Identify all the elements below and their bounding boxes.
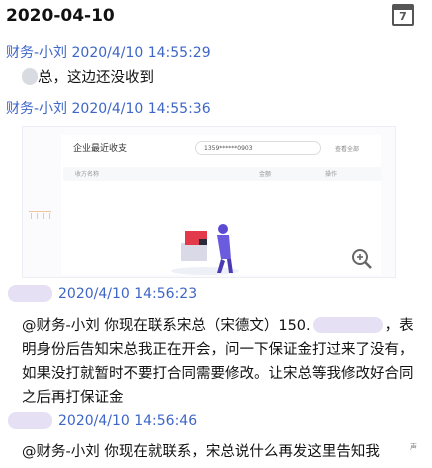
message-text: 总，这边还没收到	[22, 66, 154, 87]
message-text: @财务-小刘 你现在联系宋总（宋德文）150. ，表	[22, 317, 414, 334]
message-text: 之后再打保证金	[22, 390, 124, 406]
chart-tick	[49, 213, 50, 219]
zoom-in-icon[interactable]	[350, 247, 374, 271]
view-all-link: 查看全部	[335, 146, 360, 153]
account-select: 1359******0903	[195, 141, 321, 155]
chart-tick	[31, 213, 32, 219]
chart-axis	[29, 211, 51, 212]
calendar-icon[interactable]: 7	[392, 4, 414, 26]
calendar-day: 7	[399, 10, 407, 23]
redacted-name	[22, 68, 38, 85]
date-header: 2020-04-10	[6, 6, 115, 26]
screenshot-title: 企业最近收支	[73, 144, 128, 154]
redacted-sender	[8, 285, 52, 302]
redacted-sender	[8, 412, 52, 429]
empty-state-illustration-icon	[171, 224, 239, 275]
status-fragment: 声	[410, 443, 417, 451]
message-sender: 2020/4/10 14:56:23	[58, 286, 198, 302]
attached-screenshot[interactable]: 企业最近收支 1359******0903 查看全部 收方名称 金额 操作	[22, 126, 396, 278]
column-header: 金额	[259, 171, 272, 178]
message-sender: 2020/4/10 14:56:46	[58, 413, 198, 429]
chart-tick	[37, 213, 38, 219]
message-text: 如果没打就暂时不要打合同需要修改。让宋总等我修改好合同	[22, 366, 414, 382]
message-sender: 财务-小刘 2020/4/10 14:55:29	[6, 45, 211, 61]
message-sender: 财务-小刘 2020/4/10 14:55:36	[6, 101, 211, 117]
message-text: 明身份后告知宋总我正在开会，问一下保证金打过来了没有，	[22, 342, 414, 358]
chart-tick	[43, 213, 44, 219]
message-text: @财务-小刘 你现在就联系，宋总说什么再发这里告知我	[22, 444, 380, 460]
column-header: 收方名称	[75, 171, 100, 178]
column-header: 操作	[325, 171, 338, 178]
